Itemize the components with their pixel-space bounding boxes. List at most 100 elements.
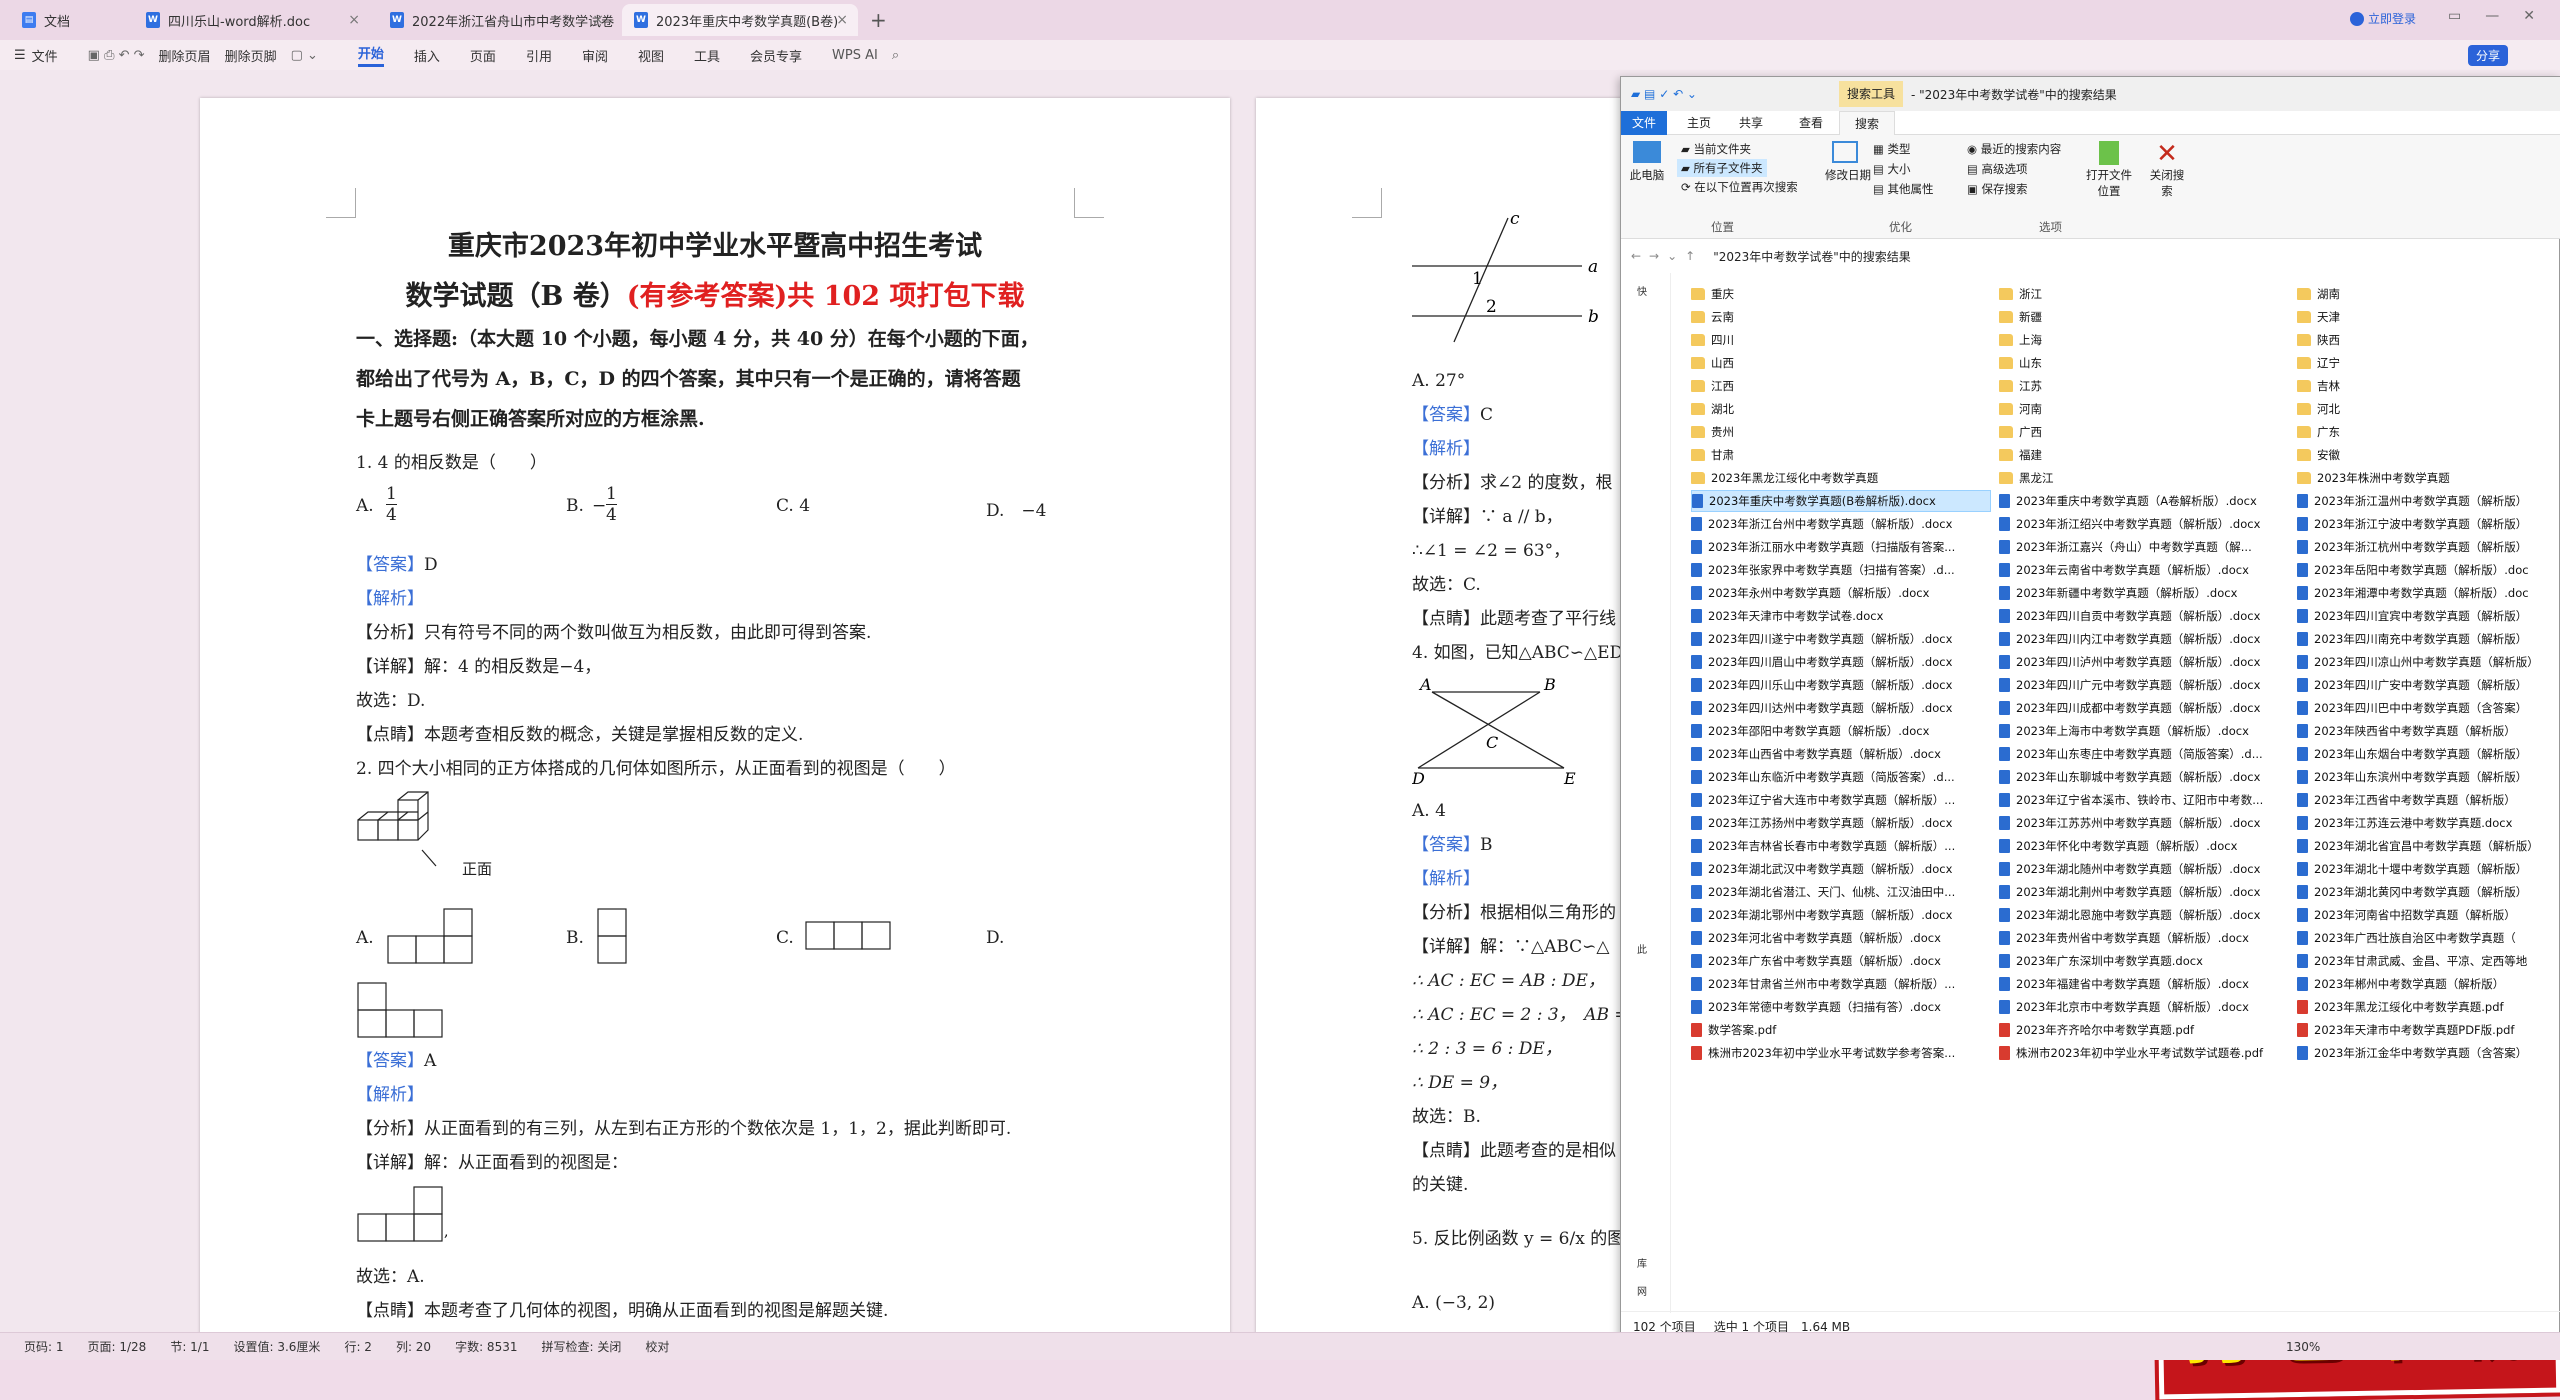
close-icon[interactable]: ×: [836, 12, 848, 28]
close-search-button[interactable]: ✕ 关闭搜索: [2149, 141, 2185, 199]
file-item[interactable]: 2023年北京市中考数学真题（解析版）.docx: [1999, 996, 2289, 1018]
this-pc-button[interactable]: 此电脑: [1629, 141, 1665, 183]
file-item[interactable]: 2023年重庆中考数学真题(B卷解析版).docx: [1691, 490, 1991, 512]
file-item[interactable]: 2023年齐齐哈尔中考数学真题.pdf: [1999, 1019, 2289, 1041]
file-item[interactable]: 2023年怀化中考数学真题（解析版）.docx: [1999, 835, 2289, 857]
menu-search[interactable]: 搜索: [1839, 111, 1895, 135]
file-item[interactable]: 2023年常德中考数学真题（扫描有答）.docx: [1691, 996, 1991, 1018]
file-item[interactable]: 2023年四川达州中考数学真题（解析版）.docx: [1691, 697, 1991, 719]
file-item[interactable]: 2023年湖北省宜昌中考数学真题（解析版）: [2297, 835, 2560, 857]
file-item[interactable]: 2023年湖北随州中考数学真题（解析版）.docx: [1999, 858, 2289, 880]
type-button[interactable]: ▦ 类型: [1873, 141, 1911, 157]
tab-doc-zhoushan[interactable]: W 2022年浙江省舟山市中考数学试卷 ×: [378, 4, 614, 36]
document-page-2[interactable]: a b c 1 2 A. 27° 【答案】C 【解析】 【分析】求∠2 的度数，…: [1256, 98, 1656, 1348]
file-item[interactable]: 2023年浙江丽水中考数学真题（扫描版有答案...: [1691, 536, 1991, 558]
file-item[interactable]: 2023年浙江温州中考数学真题（解析版）: [2297, 490, 2560, 512]
file-item[interactable]: 2023年山西省中考数学真题（解析版）.docx: [1691, 743, 1991, 765]
current-folder-button[interactable]: ▰ 当前文件夹: [1681, 141, 1751, 157]
search-icon[interactable]: ⌕: [892, 48, 899, 63]
file-item[interactable]: 2023年江苏连云港中考数学真题.docx: [2297, 812, 2560, 834]
file-item[interactable]: 2023年新疆中考数学真题（解析版）.docx: [1999, 582, 2289, 604]
file-item[interactable]: 2023年江西省中考数学真题（解析版）: [2297, 789, 2560, 811]
file-item[interactable]: 株洲市2023年初中学业水平考试数学试题卷.pdf: [1999, 1042, 2289, 1064]
nav-this-pc[interactable]: 此: [1637, 941, 1647, 956]
file-menu[interactable]: 文件: [32, 46, 58, 65]
file-item[interactable]: 2023年四川广安中考数学真题（解析版）: [2297, 674, 2560, 696]
file-item[interactable]: 2023年天津市中考数学真题PDF版.pdf: [2297, 1019, 2560, 1041]
advanced-options-button[interactable]: ▤ 高级选项: [1967, 161, 2028, 177]
nav-quick-access[interactable]: 快: [1637, 283, 1647, 298]
file-item[interactable]: 2023年四川巴中中考数学真题（含答案）: [2297, 697, 2560, 719]
folder-item[interactable]: 甘肃: [1691, 444, 1991, 466]
file-item[interactable]: 2023年山东聊城中考数学真题（解析版）.docx: [1999, 766, 2289, 788]
nav-library[interactable]: 库: [1637, 1255, 1647, 1270]
file-item[interactable]: 2023年上海市中考数学真题（解析版）.docx: [1999, 720, 2289, 742]
file-item[interactable]: 2023年湖北黄冈中考数学真题（解析版）: [2297, 881, 2560, 903]
other-props-button[interactable]: ▤ 其他属性: [1873, 181, 1934, 197]
file-item[interactable]: 2023年甘肃武威、金昌、平凉、定西等地: [2297, 950, 2560, 972]
file-item[interactable]: 2023年浙江宁波中考数学真题（解析版）: [2297, 513, 2560, 535]
folder-item[interactable]: 新疆: [1999, 306, 2289, 328]
file-item[interactable]: 2023年浙江台州中考数学真题（解析版）.docx: [1691, 513, 1991, 535]
file-item[interactable]: 2023年陕西省中考数学真题（解析版）: [2297, 720, 2560, 742]
spell-check-toggle[interactable]: 拼写检查: 关闭: [541, 1338, 621, 1355]
login-button[interactable]: 立即登录: [2350, 10, 2416, 27]
status-words[interactable]: 字数: 8531: [455, 1338, 517, 1355]
file-item[interactable]: 2023年辽宁省本溪市、铁岭市、辽阳市中考数...: [1999, 789, 2289, 811]
folder-item[interactable]: 陕西: [2297, 329, 2560, 351]
folder-item[interactable]: 江苏: [1999, 375, 2289, 397]
file-item[interactable]: 2023年江苏扬州中考数学真题（解析版）.docx: [1691, 812, 1991, 834]
file-item[interactable]: 2023年四川南充中考数学真题（解析版）: [2297, 628, 2560, 650]
folder-item[interactable]: 2023年株洲中考数学真题: [2297, 467, 2560, 489]
file-item[interactable]: 2023年张家界中考数学真题（扫描有答案）.d...: [1691, 559, 1991, 581]
file-item[interactable]: 2023年广西壮族自治区中考数学真题（: [2297, 927, 2560, 949]
file-item[interactable]: 2023年四川凉山州中考数学真题（解析版）: [2297, 651, 2560, 673]
file-item[interactable]: 2023年四川泸州中考数学真题（解析版）.docx: [1999, 651, 2289, 673]
tab-reference[interactable]: 引用: [526, 46, 552, 65]
tab-home[interactable]: ▤ 文档: [10, 4, 128, 36]
file-item[interactable]: 2023年浙江杭州中考数学真题（解析版）: [2297, 536, 2560, 558]
folder-item[interactable]: 辽宁: [2297, 352, 2560, 374]
file-item[interactable]: 2023年广东深圳中考数学真题.docx: [1999, 950, 2289, 972]
file-item[interactable]: 2023年山东滨州中考数学真题（解析版）: [2297, 766, 2560, 788]
address-text[interactable]: "2023年中考数学试卷"中的搜索结果: [1713, 248, 1911, 265]
file-item[interactable]: 2023年湖北荆州中考数学真题（解析版）.docx: [1999, 881, 2289, 903]
folder-item[interactable]: 四川: [1691, 329, 1991, 351]
all-subfolders-button[interactable]: ▰ 所有子文件夹: [1677, 159, 1767, 177]
file-item[interactable]: 2023年邵阳中考数学真题（解析版）.docx: [1691, 720, 1991, 742]
share-button[interactable]: 分享: [2468, 45, 2509, 66]
file-item[interactable]: 2023年浙江嘉兴（舟山）中考数学真题（解...: [1999, 536, 2289, 558]
new-tab-button[interactable]: +: [870, 8, 887, 32]
document-page-1[interactable]: 重庆市2023年初中学业水平暨高中招生考试 数学试题（B 卷）(有参考答案)共 …: [200, 98, 1230, 1348]
format-icon[interactable]: ▢ ⌄: [291, 48, 318, 63]
file-item[interactable]: 2023年山东枣庄中考数学真题（简版答案）.d...: [1999, 743, 2289, 765]
file-item[interactable]: 2023年河北省中考数学真题（解析版）.docx: [1691, 927, 1991, 949]
menu-home[interactable]: 主页: [1687, 111, 1711, 135]
tab-start[interactable]: 开始: [357, 43, 384, 67]
proofread-button[interactable]: 校对: [645, 1338, 669, 1355]
folder-item[interactable]: 黑龙江: [1999, 467, 2289, 489]
tab-review[interactable]: 审阅: [582, 46, 608, 65]
file-item[interactable]: 2023年福建省中考数学真题（解析版）.docx: [1999, 973, 2289, 995]
open-location-button[interactable]: 打开文件位置: [2083, 141, 2135, 199]
file-item[interactable]: 2023年湖北省潜江、天门、仙桃、江汉油田中...: [1691, 881, 1991, 903]
tab-view[interactable]: 视图: [638, 46, 664, 65]
folder-item[interactable]: 重庆: [1691, 283, 1991, 305]
folder-item[interactable]: 2023年黑龙江绥化中考数学真题: [1691, 467, 1991, 489]
folder-item[interactable]: 广西: [1999, 421, 2289, 443]
folder-item[interactable]: 贵州: [1691, 421, 1991, 443]
folder-item[interactable]: 湖北: [1691, 398, 1991, 420]
folder-item[interactable]: 云南: [1691, 306, 1991, 328]
delete-header-button[interactable]: 删除页眉: [159, 46, 211, 65]
file-item[interactable]: 2023年四川内江中考数学真题（解析版）.docx: [1999, 628, 2289, 650]
folder-item[interactable]: 广东: [2297, 421, 2560, 443]
file-item[interactable]: 2023年重庆中考数学真题（A卷解析版）.docx: [1999, 490, 2289, 512]
file-item[interactable]: 2023年辽宁省大连市中考数学真题（解析版）...: [1691, 789, 1991, 811]
folder-item[interactable]: 浙江: [1999, 283, 2289, 305]
modified-date-button[interactable]: 修改日期: [1825, 141, 1871, 183]
file-item[interactable]: 2023年贵州省中考数学真题（解析版）.docx: [1999, 927, 2289, 949]
nav-arrows-icon[interactable]: ←→⌄↑: [1631, 249, 1703, 263]
tab-member[interactable]: 会员专享: [750, 46, 802, 65]
file-item[interactable]: 2023年四川宜宾中考数学真题（解析版）: [2297, 605, 2560, 627]
folder-item[interactable]: 安徽: [2297, 444, 2560, 466]
